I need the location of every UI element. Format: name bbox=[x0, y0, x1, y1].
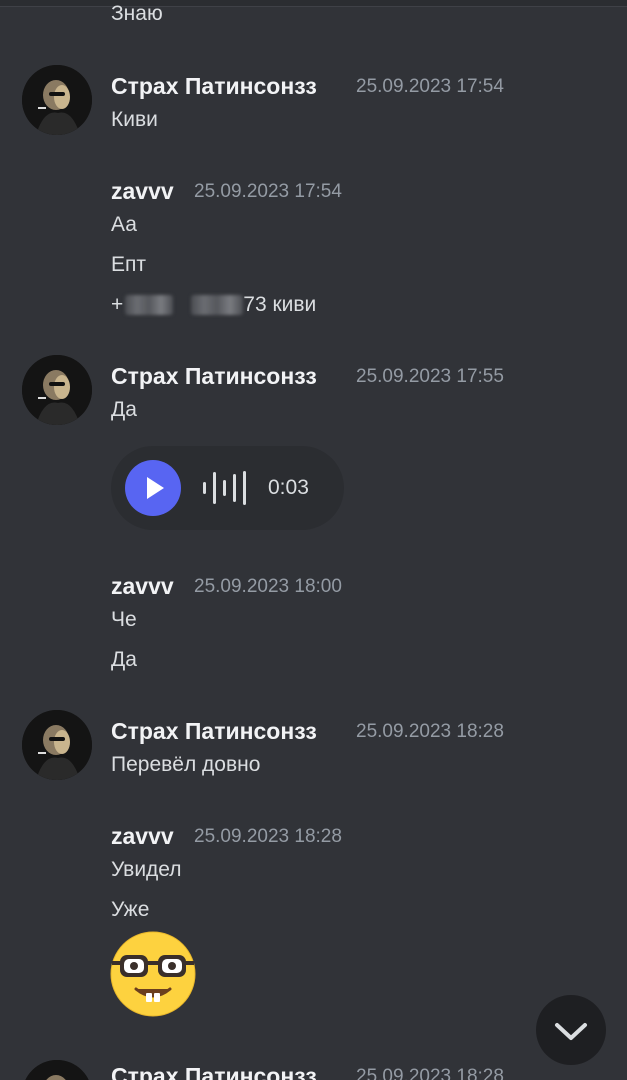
avatar[interactable] bbox=[22, 355, 92, 425]
message-text: Че bbox=[111, 608, 137, 631]
message-author[interactable]: Страх Патинсонзз bbox=[111, 73, 317, 100]
message-author[interactable]: Страх Патинсонзз bbox=[111, 363, 317, 390]
message-author[interactable]: Страх Патинсонзз bbox=[111, 1063, 317, 1080]
message-text: Киви bbox=[111, 108, 158, 131]
redaction-block bbox=[191, 295, 244, 316]
play-button[interactable] bbox=[125, 460, 181, 516]
message-author[interactable]: zavvv bbox=[111, 178, 174, 205]
chevron-down-icon bbox=[555, 1023, 587, 1040]
message-author[interactable]: zavvv bbox=[111, 573, 174, 600]
scroll-to-bottom-button[interactable] bbox=[536, 995, 606, 1065]
message-timestamp: 25.09.2023 18:00 bbox=[194, 576, 342, 597]
avatar[interactable] bbox=[22, 1060, 92, 1080]
waveform-icon bbox=[203, 471, 246, 505]
phone-prefix: + bbox=[111, 293, 124, 316]
top-divider bbox=[0, 0, 627, 7]
avatar[interactable] bbox=[22, 710, 92, 780]
message-text: Знаю bbox=[111, 2, 163, 25]
message-timestamp: 25.09.2023 17:54 bbox=[194, 181, 342, 202]
voice-message: 0:03 bbox=[111, 446, 344, 530]
play-icon bbox=[147, 477, 164, 499]
message-header-partial: Страх Патинсонзз 25.09.2023 18:28 bbox=[111, 1060, 521, 1080]
message-text: Епт bbox=[111, 253, 146, 276]
message-timestamp: 25.09.2023 17:55 bbox=[356, 366, 504, 387]
message-text: Да bbox=[111, 648, 137, 671]
message-text: Перевёл довно bbox=[111, 753, 261, 776]
message-text-redacted: +73 киви bbox=[111, 293, 316, 317]
message-text: Увидел bbox=[111, 858, 182, 881]
avatar[interactable] bbox=[22, 65, 92, 135]
redaction-block bbox=[125, 295, 174, 316]
message-timestamp: 25.09.2023 18:28 bbox=[356, 721, 504, 742]
message-text: Да bbox=[111, 398, 137, 421]
message-text: Уже bbox=[111, 898, 150, 921]
message-text: Аа bbox=[111, 213, 137, 236]
message-timestamp: 25.09.2023 17:54 bbox=[356, 76, 504, 97]
message-timestamp: 25.09.2023 18:28 bbox=[356, 1066, 504, 1080]
phone-suffix: 73 киви bbox=[243, 293, 317, 316]
message-timestamp: 25.09.2023 18:28 bbox=[194, 826, 342, 847]
nerd-face-icon[interactable] bbox=[110, 931, 196, 1017]
message-author[interactable]: Страх Патинсонзз bbox=[111, 718, 317, 745]
message-author[interactable]: zavvv bbox=[111, 823, 174, 850]
voice-duration: 0:03 bbox=[268, 476, 309, 499]
